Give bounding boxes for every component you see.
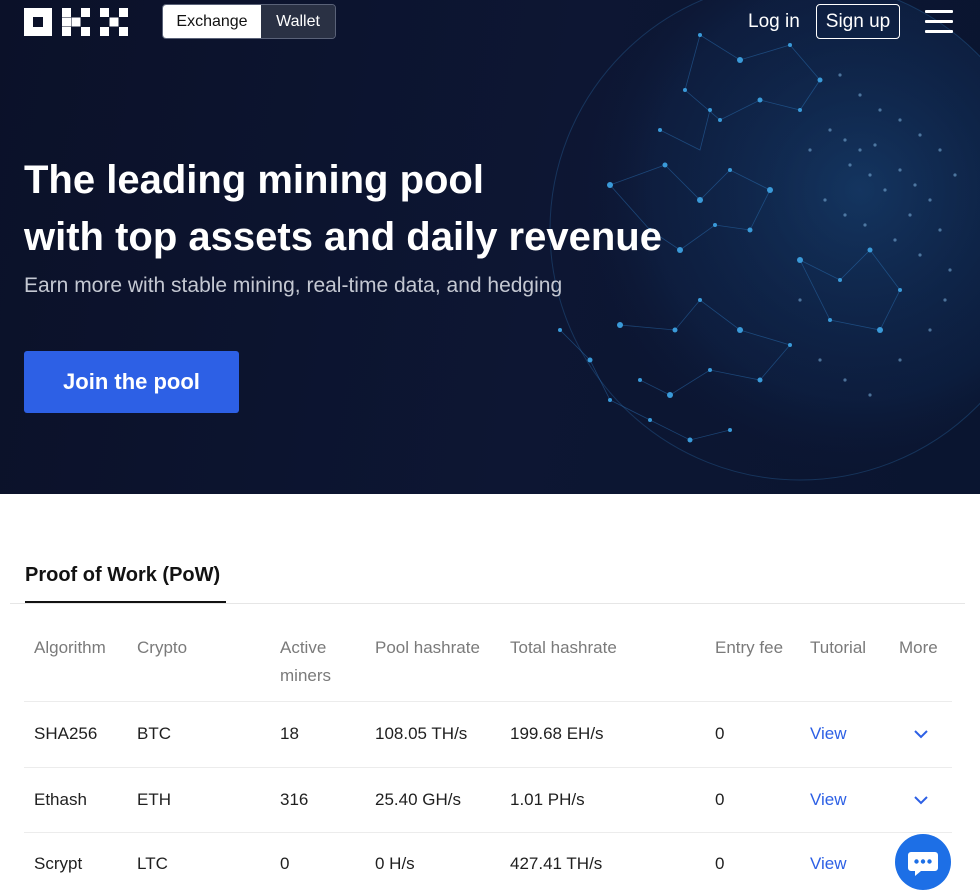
hero-banner: Exchange Wallet Log in Sign up The leadi…: [0, 0, 980, 494]
signup-button[interactable]: Sign up: [816, 4, 900, 39]
cell-total-hashrate: 199.68 EH/s: [510, 724, 604, 743]
tab-wallet[interactable]: Wallet: [261, 5, 335, 38]
column-header-active-miners-line-2: miners: [280, 666, 332, 685]
hamburger-menu-icon[interactable]: [925, 10, 953, 34]
login-link[interactable]: Log in: [748, 9, 800, 35]
cell-pool-hashrate: 25.40 GH/s: [375, 790, 461, 809]
cell-total-hashrate: 427.41 TH/s: [510, 854, 603, 873]
cell-crypto: ETH: [137, 790, 171, 809]
cell-algorithm: Ethash: [34, 790, 87, 809]
cell-pool-hashrate: 108.05 TH/s: [375, 724, 468, 743]
okx-logo[interactable]: [24, 8, 128, 36]
column-header-pool-hashrate: Pool hashrate: [375, 638, 480, 657]
chevron-down-icon[interactable]: [913, 795, 929, 805]
cell-crypto: LTC: [137, 854, 168, 873]
column-header-algorithm: Algorithm: [34, 638, 106, 657]
cell-algorithm: Scrypt: [34, 854, 83, 873]
cell-algorithm: SHA256: [34, 724, 98, 743]
row-divider: [24, 832, 952, 833]
hero-title: The leading mining pool with top assets …: [24, 152, 704, 266]
tutorial-view-link[interactable]: View: [810, 722, 847, 746]
tab-exchange[interactable]: Exchange: [163, 5, 261, 38]
cell-total-hashrate: 1.01 PH/s: [510, 790, 585, 809]
cell-crypto: BTC: [137, 724, 171, 743]
column-header-active-miners: Active miners: [280, 634, 331, 690]
chat-bubble-icon[interactable]: [895, 834, 951, 890]
hero-subtitle: Earn more with stable mining, real-time …: [24, 274, 563, 297]
cell-entry-fee: 0: [715, 790, 725, 809]
top-navigation: Exchange Wallet Log in Sign up: [0, 0, 980, 44]
hero-title-line-2: with top assets and daily revenue: [24, 215, 662, 259]
cell-active-miners: 18: [280, 724, 299, 743]
column-header-active-miners-line-1: Active: [280, 638, 327, 657]
column-header-entry-fee: Entry fee: [715, 638, 784, 657]
tutorial-view-link[interactable]: View: [810, 852, 847, 876]
cell-active-miners: 316: [280, 790, 309, 809]
column-header-total-hashrate: Total hashrate: [510, 638, 617, 657]
hero-title-line-1: The leading mining pool: [24, 158, 484, 202]
chevron-down-icon[interactable]: [913, 729, 929, 739]
row-divider: [24, 767, 952, 768]
column-header-more: More: [899, 638, 938, 657]
column-header-crypto: Crypto: [137, 638, 188, 657]
join-pool-button[interactable]: Join the pool: [24, 351, 239, 413]
cell-entry-fee: 0: [715, 724, 725, 743]
exchange-wallet-switch: Exchange Wallet: [162, 4, 336, 39]
tab-divider: [10, 603, 965, 604]
row-divider: [24, 701, 952, 702]
cell-pool-hashrate: 0 H/s: [375, 854, 415, 873]
tutorial-view-link[interactable]: View: [810, 788, 847, 812]
column-header-tutorial: Tutorial: [810, 638, 867, 657]
cell-entry-fee: 0: [715, 854, 725, 873]
tab-proof-of-work[interactable]: Proof of Work (PoW): [25, 562, 220, 588]
cell-active-miners: 0: [280, 854, 290, 873]
